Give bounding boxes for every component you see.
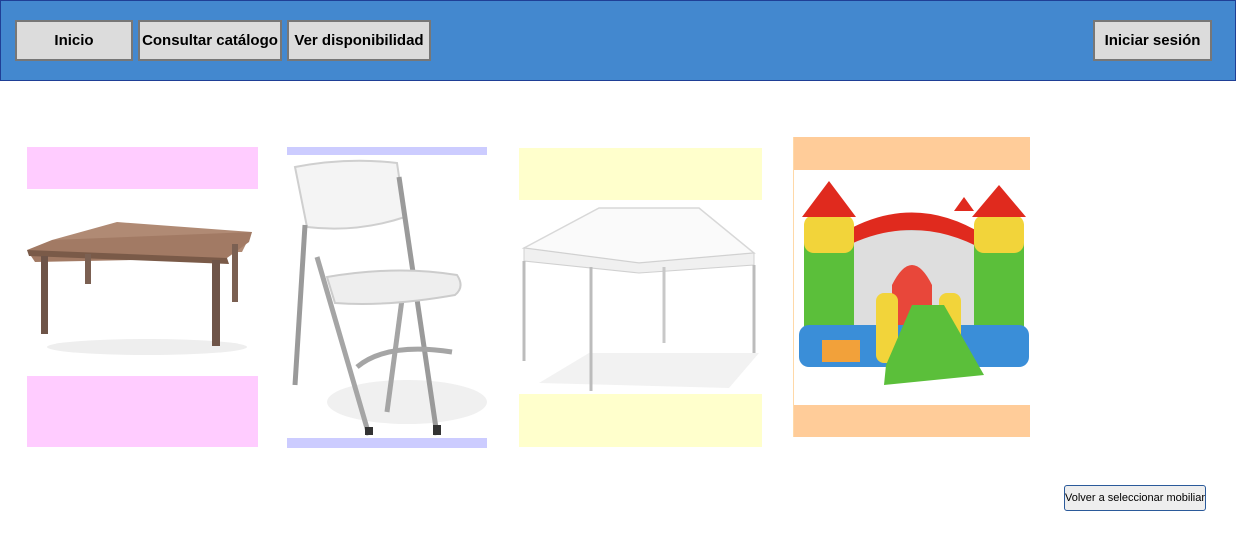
iniciar-sesion-button[interactable]: Iniciar sesión — [1093, 20, 1212, 61]
ver-disponibilidad-button[interactable]: Ver disponibilidad — [287, 20, 431, 61]
item-card-tent[interactable] — [519, 148, 762, 447]
folding-chair-image — [292, 159, 487, 436]
item-card-chair[interactable] — [287, 147, 487, 448]
card-header-band — [519, 148, 762, 200]
card-header-band — [794, 137, 1030, 170]
inicio-button[interactable]: Inicio — [15, 20, 133, 61]
card-footer-band — [287, 438, 487, 448]
card-footer-band — [519, 394, 762, 447]
top-navigation-bar: Inicio Consultar catálogo Ver disponibil… — [0, 0, 1236, 81]
consultar-catalogo-button[interactable]: Consultar catálogo — [138, 20, 282, 61]
card-header-band — [287, 147, 487, 155]
volver-seleccionar-mobiliario-button[interactable]: Volver a seleccionar mobiliario — [1064, 485, 1206, 511]
card-footer-band — [27, 376, 258, 447]
card-header-band — [27, 147, 258, 189]
bounce-castle-image — [799, 181, 1029, 385]
item-card-bounce-castle[interactable] — [793, 137, 1030, 437]
canopy-tent-image — [521, 207, 759, 391]
item-card-table[interactable] — [27, 147, 258, 447]
card-footer-band — [794, 405, 1030, 437]
table-image — [27, 222, 252, 355]
